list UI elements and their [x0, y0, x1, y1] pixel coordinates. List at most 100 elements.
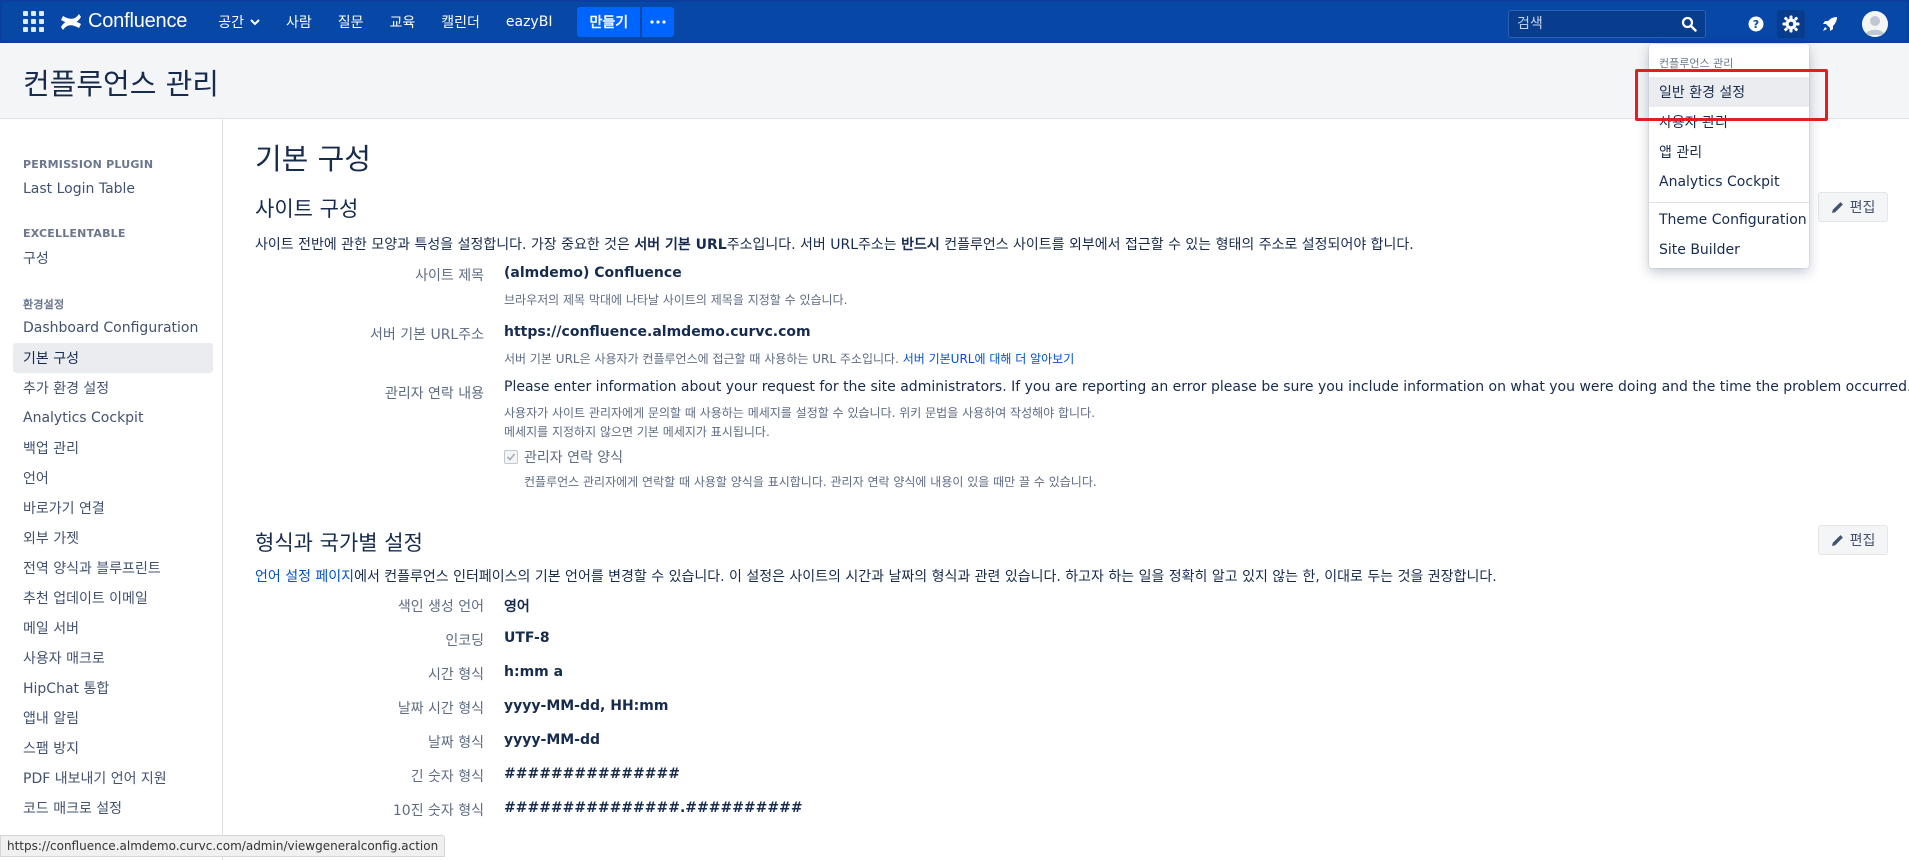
contact-form-checkbox[interactable] — [504, 450, 518, 464]
base-url-hint-text: 서버 기본 URL은 사용자가 컨플루언스에 접근할 때 사용하는 URL 주소… — [504, 352, 903, 366]
locale-config-edit-button[interactable]: 편집 — [1818, 525, 1888, 555]
settings-button[interactable] — [1777, 10, 1805, 38]
search-box — [1508, 10, 1706, 38]
dropdown-item-manage-apps[interactable]: 앱 관리 — [1649, 137, 1809, 167]
sidebar-item-backup-administration[interactable]: 백업 관리 — [13, 433, 213, 463]
svg-text:?: ? — [1753, 18, 1759, 31]
page-header: 컨플루언스 관리 — [0, 43, 1909, 119]
edit-label: 편집 — [1849, 200, 1876, 216]
sidebar-heading-permission-plugin: PERMISSION PLUGIN — [23, 158, 154, 171]
desc-bold-1: 서버 기본 URL — [634, 237, 727, 253]
nav-eazybi[interactable]: eazyBI — [493, 0, 566, 43]
rocket-icon — [1823, 17, 1837, 31]
sidebar-item-user-macros[interactable]: 사용자 매크로 — [13, 643, 213, 673]
time-format-label: 시간 형식 — [428, 667, 484, 683]
sidebar-item-shortcut-links[interactable]: 바로가기 연결 — [13, 493, 213, 523]
sidebar-item-pdf-export-language[interactable]: PDF 내보내기 언어 지원 — [13, 763, 213, 793]
site-title-hint: 브라우저의 제목 막대에 나타날 사이트의 제목을 지정할 수 있습니다. — [504, 293, 848, 307]
main-nav: 공간 사람 질문 교육 캘린더 eazyBI 만들기 — [205, 0, 675, 43]
notifications-button[interactable] — [1816, 10, 1844, 38]
nav-calendar[interactable]: 캘린더 — [428, 0, 493, 43]
sidebar-item-global-templates[interactable]: 전역 양식과 블루프린트 — [13, 553, 213, 583]
time-format-value: h:mm a — [504, 664, 564, 680]
contact-form-hint: 컨플루언스 관리자에게 연락할 때 사용할 양식을 표시합니다. 관리자 연락 … — [524, 475, 1097, 489]
help-button[interactable]: ? — [1742, 10, 1770, 38]
create-more-button[interactable] — [642, 6, 675, 37]
dropdown-item-site-builder[interactable]: Site Builder — [1649, 235, 1809, 265]
sidebar-heading-excellentable: EXCELLENTABLE — [23, 227, 126, 240]
browser-status-url: https://confluence.almdemo.curvc.com/adm… — [0, 835, 446, 857]
language-settings-link[interactable]: 언어 설정 페이지 — [255, 569, 354, 585]
site-config-edit-button[interactable]: 편집 — [1818, 192, 1888, 222]
avatar[interactable] — [1862, 11, 1888, 37]
admin-contact-value: Please enter information about your requ… — [504, 379, 1909, 395]
checkmark-icon — [506, 453, 516, 461]
help-icon: ? — [1748, 16, 1764, 32]
sidebar-item-general-configuration[interactable]: 기본 구성 — [13, 343, 213, 373]
dropdown-item-general-configuration[interactable]: 일반 환경 설정 — [1649, 77, 1809, 107]
apps-grid-icon[interactable] — [22, 11, 44, 33]
sidebar-item-recommended-updates-email[interactable]: 추천 업데이트 이메일 — [13, 583, 213, 613]
dropdown-heading: 컨플루언스 관리 — [1659, 57, 1734, 70]
nav-training[interactable]: 교육 — [376, 0, 428, 43]
format-desc-rest: 에서 컨플루언스 인터페이스의 기본 언어를 변경할 수 있습니다. 이 설정은… — [354, 569, 1497, 585]
indexing-language-label: 색인 생성 언어 — [397, 599, 484, 615]
encoding-label: 인코딩 — [445, 633, 484, 649]
decimal-number-format-value: ###############.########## — [504, 800, 803, 816]
encoding-value: UTF-8 — [504, 630, 550, 646]
sidebar-item-dashboard-configuration[interactable]: Dashboard Configuration — [13, 313, 213, 343]
chevron-down-icon — [250, 18, 260, 25]
long-number-format-label: 긴 숫자 형식 — [410, 769, 484, 785]
logo-text: Confluence — [88, 10, 188, 32]
datetime-format-label: 날짜 시간 형식 — [397, 701, 484, 717]
pencil-icon — [1831, 534, 1843, 546]
search-input[interactable] — [1509, 16, 1669, 32]
confluence-logo-icon — [61, 13, 81, 30]
top-navigation-bar: Confluence 공간 사람 질문 교육 캘린더 eazyBI 만들기 ? — [0, 0, 1909, 43]
sidebar-item-last-login-table[interactable]: Last Login Table — [13, 174, 213, 204]
dropdown-separator — [1649, 202, 1809, 203]
edit-label: 편집 — [1849, 533, 1876, 549]
format-locale-description: 언어 설정 페이지에서 컨플루언스 인터페이스의 기본 언어를 변경할 수 있습… — [255, 566, 1497, 586]
admin-contact-label: 관리자 연락 내용 — [384, 386, 484, 402]
create-button[interactable]: 만들기 — [577, 6, 641, 37]
nav-questions[interactable]: 질문 — [325, 0, 377, 43]
base-url-label: 서버 기본 URL주소 — [370, 327, 484, 343]
site-configuration-description: 사이트 전반에 관한 모양과 특성을 설정합니다. 가장 중요한 것은 서버 기… — [255, 234, 1414, 254]
page-title: 컨플루언스 관리 — [23, 67, 219, 101]
sidebar-item-analytics-cockpit[interactable]: Analytics Cockpit — [13, 403, 213, 433]
nav-people[interactable]: 사람 — [273, 0, 325, 43]
site-title-value: (almdemo) Confluence — [504, 265, 682, 281]
nav-spaces[interactable]: 공간 — [205, 0, 273, 43]
nav-spaces-label: 공간 — [218, 14, 244, 31]
desc-part-3: 컨플루언스 사이트를 외부에서 접근할 수 있는 형태의 주소로 설정되어야 합… — [939, 237, 1414, 253]
sidebar-item-configuration[interactable]: 구성 — [13, 243, 213, 273]
site-title-label: 사이트 제목 — [415, 268, 484, 284]
base-url-learn-more-link[interactable]: 서버 기본URL에 대해 더 알아보기 — [903, 352, 1075, 366]
sidebar-item-mail-servers[interactable]: 메일 서버 — [13, 613, 213, 643]
desc-bold-2: 반드시 — [901, 237, 940, 253]
sidebar-item-spam-prevention[interactable]: 스팸 방지 — [13, 733, 213, 763]
dropdown-item-user-management[interactable]: 사용자 관리 — [1649, 107, 1809, 137]
section-title: 기본 구성 — [255, 142, 371, 176]
base-url-hint: 서버 기본 URL은 사용자가 컨플루언스에 접근할 때 사용하는 URL 주소… — [504, 350, 1074, 367]
admin-contact-hint-1: 사용자가 사이트 관리자에게 문의할 때 사용하는 메세지를 설정할 수 있습니… — [504, 406, 1095, 420]
sidebar-item-hipchat-integration[interactable]: HipChat 통합 — [13, 673, 213, 703]
indexing-language-value: 영어 — [504, 599, 530, 615]
dropdown-item-theme-configuration[interactable]: Theme Configuration — [1649, 205, 1809, 235]
sidebar-item-code-macro[interactable]: 코드 매크로 설정 — [13, 793, 213, 823]
sidebar-item-external-gadgets[interactable]: 외부 가젯 — [13, 523, 213, 553]
sidebar-item-further-configuration[interactable]: 추가 환경 설정 — [13, 373, 213, 403]
site-configuration-heading: 사이트 구성 — [255, 197, 359, 221]
decimal-number-format-label: 10진 숫자 형식 — [392, 803, 484, 819]
date-format-label: 날짜 형식 — [428, 735, 484, 751]
desc-part-1: 사이트 전반에 관한 모양과 특성을 설정합니다. 가장 중요한 것은 — [255, 237, 635, 253]
gear-icon — [1782, 15, 1800, 33]
dropdown-item-analytics-cockpit[interactable]: Analytics Cockpit — [1649, 167, 1809, 197]
search-icon[interactable] — [1681, 16, 1697, 32]
admin-sidebar: PERMISSION PLUGIN Last Login Table EXCEL… — [0, 119, 223, 860]
confluence-logo[interactable]: Confluence — [60, 10, 187, 33]
sidebar-item-languages[interactable]: 언어 — [13, 463, 213, 493]
desc-part-2: 주소입니다. 서버 URL주소는 — [726, 237, 902, 253]
sidebar-item-in-app-notifications[interactable]: 앱내 알림 — [13, 703, 213, 733]
